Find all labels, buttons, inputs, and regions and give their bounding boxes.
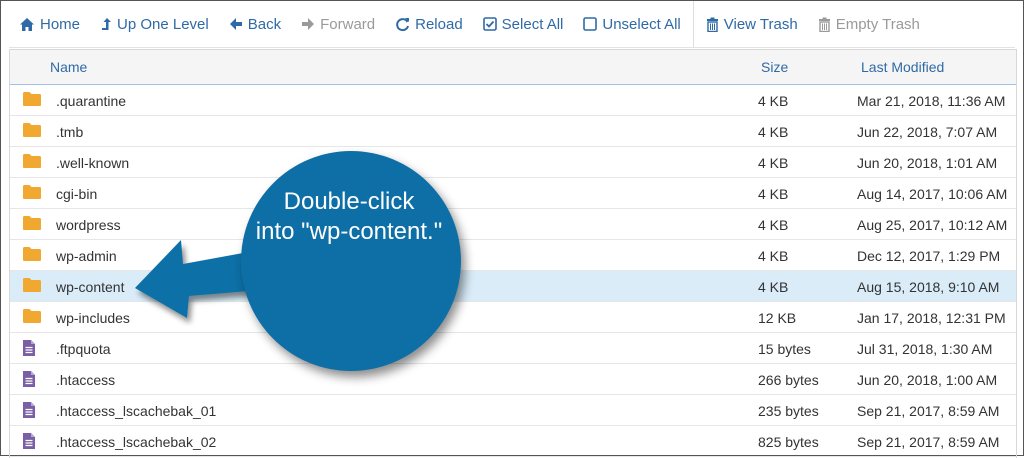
file-size: 235 bytes bbox=[758, 403, 819, 419]
view-trash-button[interactable]: View Trash bbox=[696, 1, 808, 47]
folder-icon bbox=[22, 153, 42, 172]
callout-line-2: into "wp-content." bbox=[255, 218, 443, 245]
reload-label: Reload bbox=[415, 15, 463, 33]
file-name: wp-includes bbox=[56, 310, 130, 326]
reload-button[interactable]: Reload bbox=[385, 1, 473, 47]
empty-trash-button[interactable]: Empty Trash bbox=[808, 1, 930, 47]
file-last-modified: Aug 15, 2018, 9:10 AM bbox=[857, 279, 1000, 295]
trash-icon bbox=[706, 17, 718, 32]
reload-icon bbox=[396, 17, 410, 31]
unselect-all-label: Unselect All bbox=[602, 15, 681, 33]
file-last-modified: Aug 14, 2017, 10:06 AM bbox=[857, 186, 1008, 202]
file-name: .htaccess_lscachebak_02 bbox=[56, 434, 217, 450]
level-up-icon bbox=[102, 18, 112, 30]
column-header-size[interactable]: Size bbox=[761, 59, 788, 75]
folder-icon bbox=[22, 91, 42, 110]
file-name: .well-known bbox=[56, 155, 130, 171]
file-icon bbox=[22, 401, 36, 422]
file-icon bbox=[22, 370, 36, 391]
file-row[interactable]: .ftpquota 15 bytes Jul 31, 2018, 1:30 AM bbox=[10, 333, 1016, 364]
column-header-last-modified[interactable]: Last Modified bbox=[861, 59, 944, 75]
arrow-left-icon bbox=[229, 18, 242, 30]
file-size: 4 KB bbox=[758, 155, 789, 171]
file-size: 4 KB bbox=[758, 248, 789, 264]
file-last-modified: Jun 22, 2018, 7:07 AM bbox=[857, 124, 998, 140]
file-size: 825 bytes bbox=[758, 434, 819, 450]
folder-row[interactable]: cgi-bin 4 KB Aug 14, 2017, 10:06 AM bbox=[10, 178, 1016, 209]
file-icon bbox=[22, 432, 36, 453]
file-row[interactable]: .htaccess_lscachebak_02 825 bytes Sep 21, … bbox=[10, 426, 1016, 457]
folder-icon bbox=[22, 308, 42, 327]
file-name: wp-content bbox=[56, 279, 125, 295]
file-size: 4 KB bbox=[758, 124, 789, 140]
forward-button[interactable]: Forward bbox=[291, 1, 385, 47]
up-one-level-button[interactable]: Up One Level bbox=[90, 1, 219, 47]
home-icon bbox=[20, 17, 34, 31]
select-all-label: Select All bbox=[501, 15, 564, 33]
callout-line-1: Double-click bbox=[283, 188, 415, 215]
file-size: 15 bytes bbox=[758, 341, 811, 357]
file-last-modified: Jul 31, 2018, 1:30 AM bbox=[857, 341, 993, 357]
instruction-callout bbox=[241, 151, 461, 371]
folder-icon bbox=[22, 246, 42, 265]
file-row[interactable]: .htaccess 266 bytes Jun 20, 2018, 1:00 AM bbox=[10, 364, 1016, 395]
file-size: 4 KB bbox=[758, 217, 789, 233]
file-last-modified: Jan 17, 2018, 12:31 PM bbox=[857, 310, 1006, 326]
arrow-right-icon bbox=[302, 18, 315, 30]
folder-icon bbox=[22, 122, 42, 141]
back-button[interactable]: Back bbox=[219, 1, 291, 47]
file-name: wp-admin bbox=[56, 248, 117, 264]
file-size: 4 KB bbox=[758, 186, 789, 202]
file-size: 12 KB bbox=[758, 310, 797, 326]
back-label: Back bbox=[247, 15, 282, 33]
file-name: .tmb bbox=[56, 124, 84, 140]
folder-icon bbox=[22, 215, 42, 234]
instruction-callout-text: Double-click into "wp-content." bbox=[227, 187, 471, 247]
unselect-all-button[interactable]: Unselect All bbox=[573, 1, 690, 47]
file-last-modified: Sep 21, 2017, 8:59 AM bbox=[857, 434, 1000, 450]
file-manager-toolbar: Home Up One Level Back Forward Reload Se… bbox=[9, 1, 1015, 48]
table-header: Name Size Last Modified bbox=[10, 50, 1016, 85]
home-button[interactable]: Home bbox=[9, 1, 90, 47]
view-trash-label: View Trash bbox=[723, 15, 798, 33]
up-one-level-label: Up One Level bbox=[117, 15, 209, 33]
file-last-modified: Mar 21, 2018, 11:36 AM bbox=[857, 93, 1006, 109]
file-size: 266 bytes bbox=[758, 372, 819, 388]
file-name: .quarantine bbox=[56, 93, 127, 109]
file-row[interactable]: .htaccess_lscachebak_01 235 bytes Sep 21, … bbox=[10, 395, 1016, 426]
forward-label: Forward bbox=[320, 15, 376, 33]
select-all-button[interactable]: Select All bbox=[473, 1, 574, 47]
toolbar-divider bbox=[692, 1, 694, 47]
file-size: 4 KB bbox=[758, 279, 789, 295]
folder-icon bbox=[22, 277, 42, 296]
folder-row[interactable]: .well-known 4 KB Jun 20, 2018, 1:01 AM bbox=[10, 147, 1016, 178]
file-icon bbox=[22, 339, 36, 360]
file-name: .ftpquota bbox=[56, 341, 111, 357]
file-last-modified: Sep 21, 2017, 8:59 AM bbox=[857, 403, 1000, 419]
file-name: cgi-bin bbox=[56, 186, 98, 202]
trash-icon bbox=[818, 17, 830, 32]
file-name: .htaccess bbox=[56, 372, 116, 388]
file-last-modified: Jun 20, 2018, 1:00 AM bbox=[857, 372, 998, 388]
home-label: Home bbox=[40, 15, 81, 33]
file-last-modified: Aug 25, 2017, 10:12 AM bbox=[857, 217, 1008, 233]
file-name: wordpress bbox=[56, 217, 121, 233]
folder-row[interactable]: .quarantine 4 KB Mar 21, 2018, 11:36 AM bbox=[10, 85, 1016, 116]
checkbox-empty-icon bbox=[583, 17, 598, 31]
file-name: .htaccess_lscachebak_01 bbox=[56, 403, 217, 419]
column-header-name[interactable]: Name bbox=[50, 59, 87, 75]
empty-trash-label: Empty Trash bbox=[835, 15, 920, 33]
file-size: 4 KB bbox=[758, 93, 789, 109]
folder-row[interactable]: .tmb 4 KB Jun 22, 2018, 7:07 AM bbox=[10, 116, 1016, 147]
folder-icon bbox=[22, 184, 42, 203]
file-last-modified: Dec 12, 2017, 1:29 PM bbox=[857, 248, 1001, 264]
file-last-modified: Jun 20, 2018, 1:01 AM bbox=[857, 155, 998, 171]
checkbox-checked-icon bbox=[482, 17, 497, 31]
